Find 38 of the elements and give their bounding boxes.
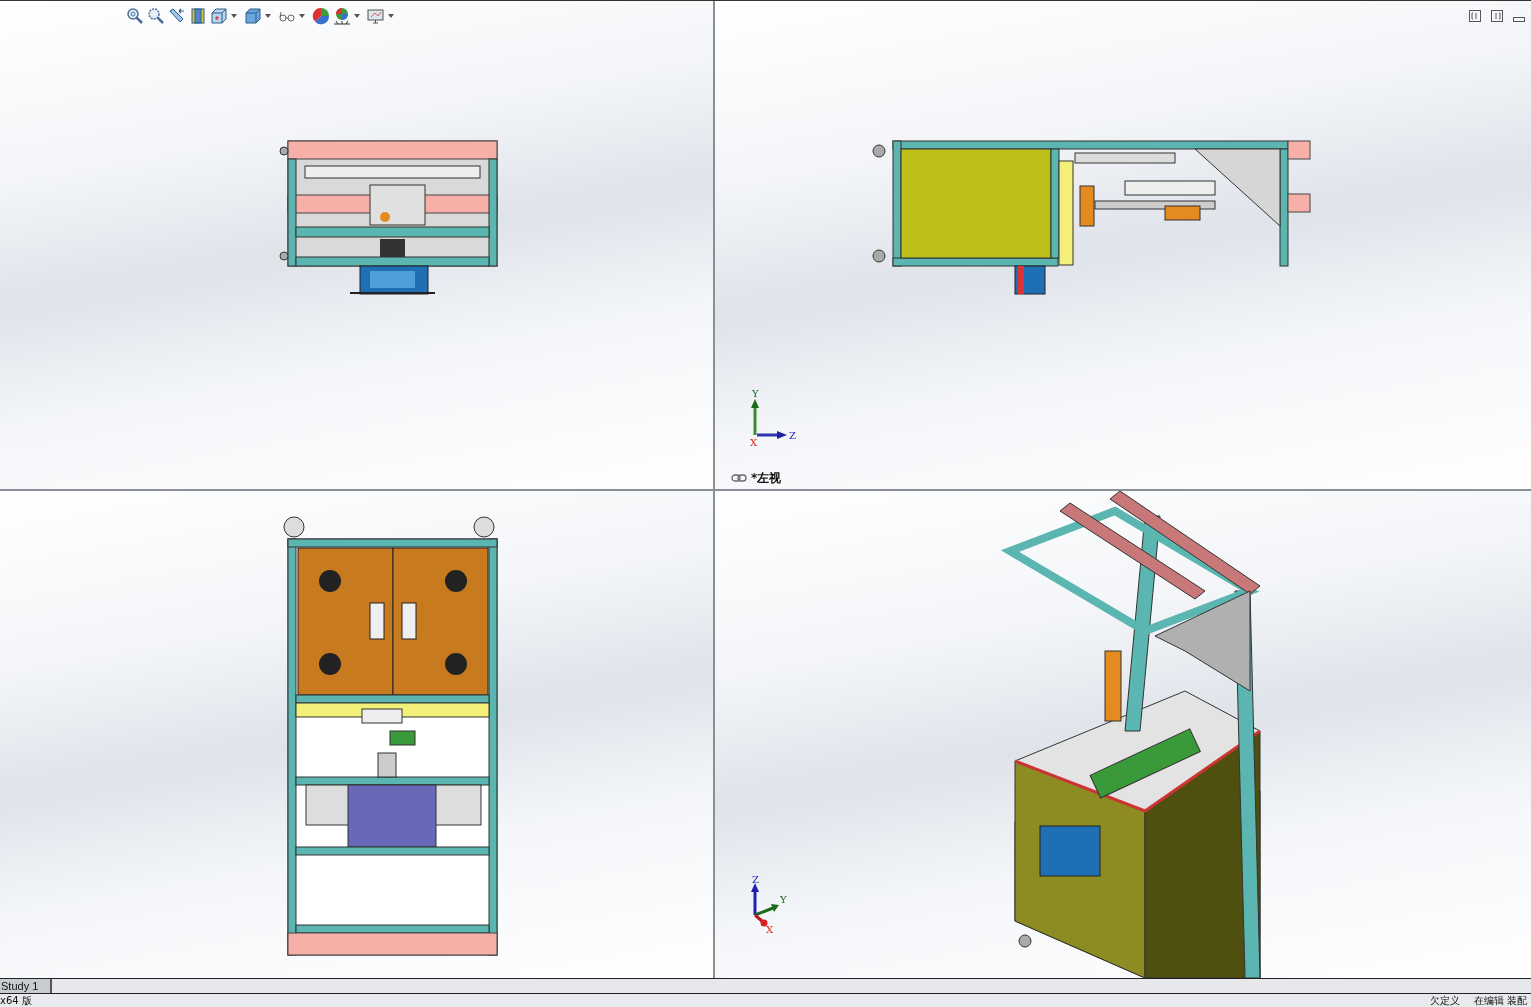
x-axis-arrow bbox=[754, 913, 768, 926]
viewport-background[interactable]: Z Y X bbox=[715, 490, 1531, 978]
split-view-icon[interactable] bbox=[1491, 9, 1503, 22]
previous-view-icon[interactable] bbox=[168, 7, 186, 25]
study-tab[interactable]: Study 1 bbox=[0, 979, 53, 993]
caret-icon[interactable] bbox=[231, 14, 237, 18]
z-axis-arrow bbox=[751, 882, 759, 915]
axis-label: X bbox=[766, 923, 774, 935]
y-axis-arrow bbox=[751, 399, 759, 435]
view-name: *左视 bbox=[751, 469, 782, 487]
cube-icon[interactable] bbox=[210, 7, 228, 25]
status-text: x64 版 bbox=[0, 994, 32, 1007]
axis-label: Z bbox=[752, 874, 759, 885]
y-axis-arrow bbox=[754, 903, 779, 916]
status-text: 在编辑 装配 bbox=[1473, 994, 1527, 1007]
scene-icon[interactable] bbox=[333, 7, 351, 25]
viewport-background[interactable] bbox=[0, 490, 713, 978]
viewport-background[interactable]: Y Z X *左视 bbox=[715, 1, 1531, 489]
minimize-icon[interactable] bbox=[1513, 17, 1525, 22]
status-text: 欠定义 bbox=[1429, 994, 1460, 1007]
caret-icon[interactable] bbox=[299, 14, 305, 18]
caret-icon[interactable] bbox=[265, 14, 271, 18]
z-axis-arrow bbox=[757, 431, 787, 439]
viewport-background[interactable] bbox=[0, 1, 713, 489]
color-ball-icon[interactable] bbox=[312, 7, 330, 25]
axis-label: Y bbox=[780, 893, 787, 905]
axis-label: X bbox=[750, 437, 758, 447]
zoom-icon[interactable] bbox=[126, 7, 144, 25]
section-view-icon[interactable] bbox=[189, 7, 207, 25]
axis-label: Y bbox=[752, 388, 759, 399]
zoom-area-icon[interactable] bbox=[147, 7, 165, 25]
split-view-icon[interactable] bbox=[1469, 9, 1481, 22]
monitor-icon[interactable] bbox=[367, 7, 385, 25]
chain-link-icon[interactable] bbox=[731, 474, 747, 482]
axis-label: Z bbox=[789, 430, 796, 441]
caret-icon[interactable] bbox=[354, 14, 360, 18]
cube-icon[interactable] bbox=[244, 7, 262, 25]
caret-icon[interactable] bbox=[388, 14, 394, 18]
